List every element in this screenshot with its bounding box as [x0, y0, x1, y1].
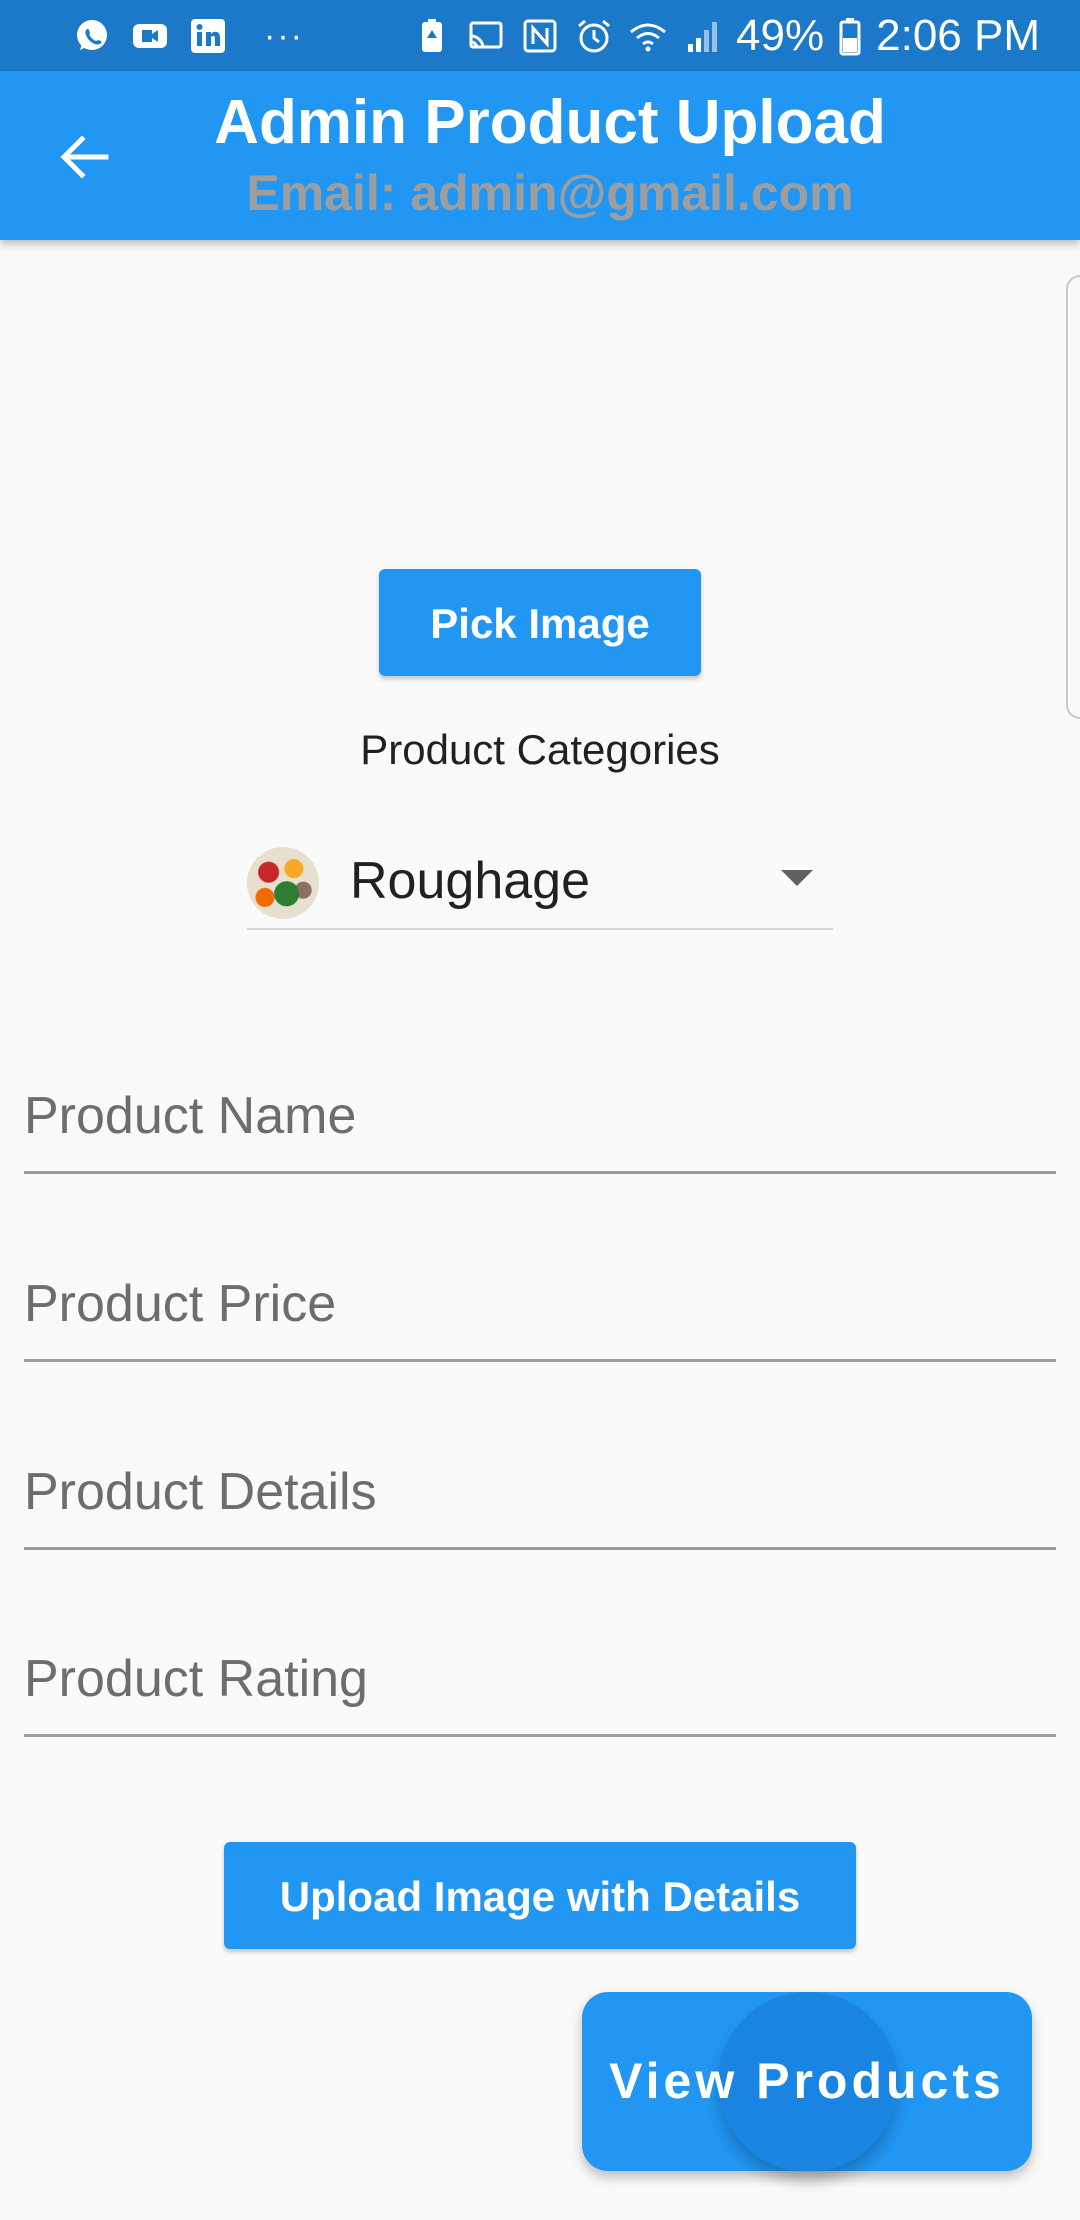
view-products-label: View Products [609, 2053, 1005, 2109]
category-avatar [247, 847, 319, 919]
product-rating-field [24, 1614, 1056, 1737]
status-bar-left: ··· [72, 12, 304, 60]
upload-button[interactable]: Upload Image with Details [224, 1842, 856, 1949]
clock: 2:06 PM [876, 11, 1040, 60]
status-bar-right: 49% 2:06 PM [412, 12, 1040, 60]
dropdown-arrow-icon[interactable] [781, 870, 813, 886]
nfc-icon [520, 16, 560, 56]
product-details-input[interactable] [24, 1457, 1056, 1527]
alarm-icon [574, 16, 614, 56]
categories-label: Product Categories [360, 726, 720, 773]
admin-email: Email: admin@gmail.com [246, 165, 854, 221]
product-price-field [24, 1239, 1056, 1362]
battery-percent: 49% [736, 11, 825, 60]
product-name-field [24, 1051, 1056, 1174]
category-selected-value: Roughage [350, 852, 590, 910]
pick-image-button[interactable]: Pick Image [379, 569, 701, 676]
product-rating-input[interactable] [24, 1644, 1056, 1714]
battery-saver-icon [412, 16, 452, 56]
status-bar: ··· 49% 2:06 PM [0, 0, 1080, 71]
whatsapp-icon [72, 16, 112, 56]
edge-panel-handle[interactable] [1066, 275, 1080, 719]
battery-icon [838, 16, 862, 56]
product-name-input[interactable] [24, 1081, 1056, 1151]
video-call-icon [130, 16, 170, 56]
product-details-field [24, 1427, 1056, 1550]
app-bar: Admin Product Upload Email: admin@gmail.… [0, 71, 1080, 240]
wifi-icon [628, 16, 668, 56]
product-price-input[interactable] [24, 1269, 1056, 1339]
category-dropdown[interactable]: Roughage [247, 836, 833, 930]
arrow-back-icon[interactable] [54, 127, 114, 187]
cast-icon [466, 16, 506, 56]
signal-icon [682, 16, 722, 56]
more-notifications: ··· [264, 17, 304, 55]
page-title: Admin Product Upload [214, 88, 886, 157]
linkedin-icon [188, 16, 228, 56]
